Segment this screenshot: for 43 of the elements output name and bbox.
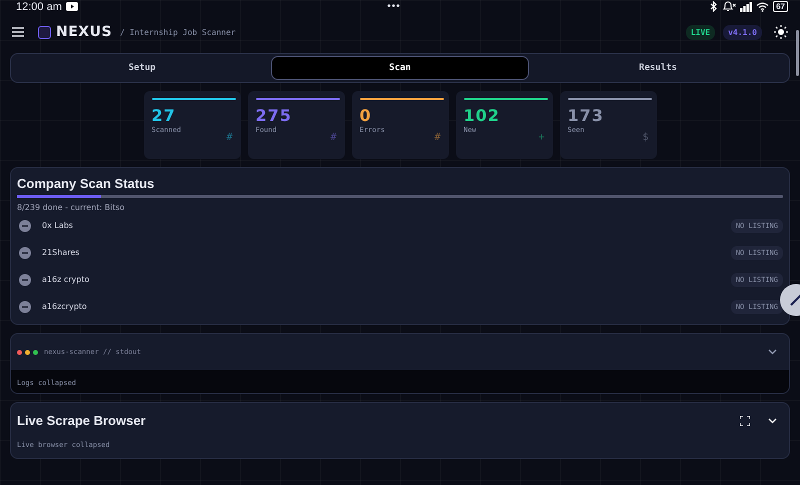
stat-value: 173 — [568, 108, 605, 124]
card-title: Live Scrape Browser — [17, 413, 146, 428]
multitask-dots[interactable]: ••• — [387, 1, 401, 12]
minus-circle-icon — [19, 300, 31, 312]
minus-circle-icon — [19, 274, 31, 286]
wifi-icon — [756, 2, 770, 12]
tab[interactable]: Results — [529, 56, 787, 80]
stat-symbol: # — [226, 132, 232, 143]
stat-symbol: $ — [642, 132, 648, 143]
bluetooth-icon — [710, 1, 718, 12]
company-name: 21Shares — [42, 248, 80, 257]
stat-symbol: # — [434, 132, 440, 143]
fullscreen-icon[interactable] — [740, 416, 750, 426]
battery-indicator: 67 — [773, 1, 788, 12]
minus-circle-icon — [19, 246, 31, 258]
stat-value: 102 — [464, 108, 501, 124]
chevron-icon[interactable] — [768, 349, 777, 355]
window-dots-icon — [17, 350, 38, 354]
version-badge: v4.1.0 — [723, 24, 762, 40]
live-badge: LIVE — [686, 24, 716, 40]
status-time: 12:00 am — [16, 0, 62, 12]
stat-symbol: # — [330, 132, 336, 143]
stat-value: 0 — [360, 108, 373, 124]
company-name: 0x Labs — [42, 221, 73, 230]
logo-icon — [38, 26, 51, 38]
stat-value: 27 — [152, 108, 177, 124]
tab[interactable]: Scan — [271, 56, 529, 80]
bell-muted-icon — [722, 1, 736, 12]
menu-icon[interactable] — [12, 27, 24, 37]
scrollbar — [796, 30, 799, 76]
stat-symbol: + — [538, 132, 544, 143]
company-name: a16z crypto — [42, 275, 90, 284]
progress-summary: 8/239 done - current: Bitso — [17, 203, 126, 212]
stat-value: 275 — [256, 108, 293, 124]
sun-icon[interactable] — [774, 25, 788, 39]
card-title: Company Scan Status — [17, 176, 156, 191]
app-logo: NEXUS — [56, 24, 112, 40]
company-name: a16zcrypto — [42, 302, 87, 311]
page-subtitle: / Internship Job Scanner — [120, 28, 236, 36]
signal-icon — [740, 2, 752, 12]
minus-circle-icon — [19, 220, 31, 232]
tab[interactable]: Setup — [13, 56, 271, 80]
pencil-icon — [789, 293, 800, 307]
